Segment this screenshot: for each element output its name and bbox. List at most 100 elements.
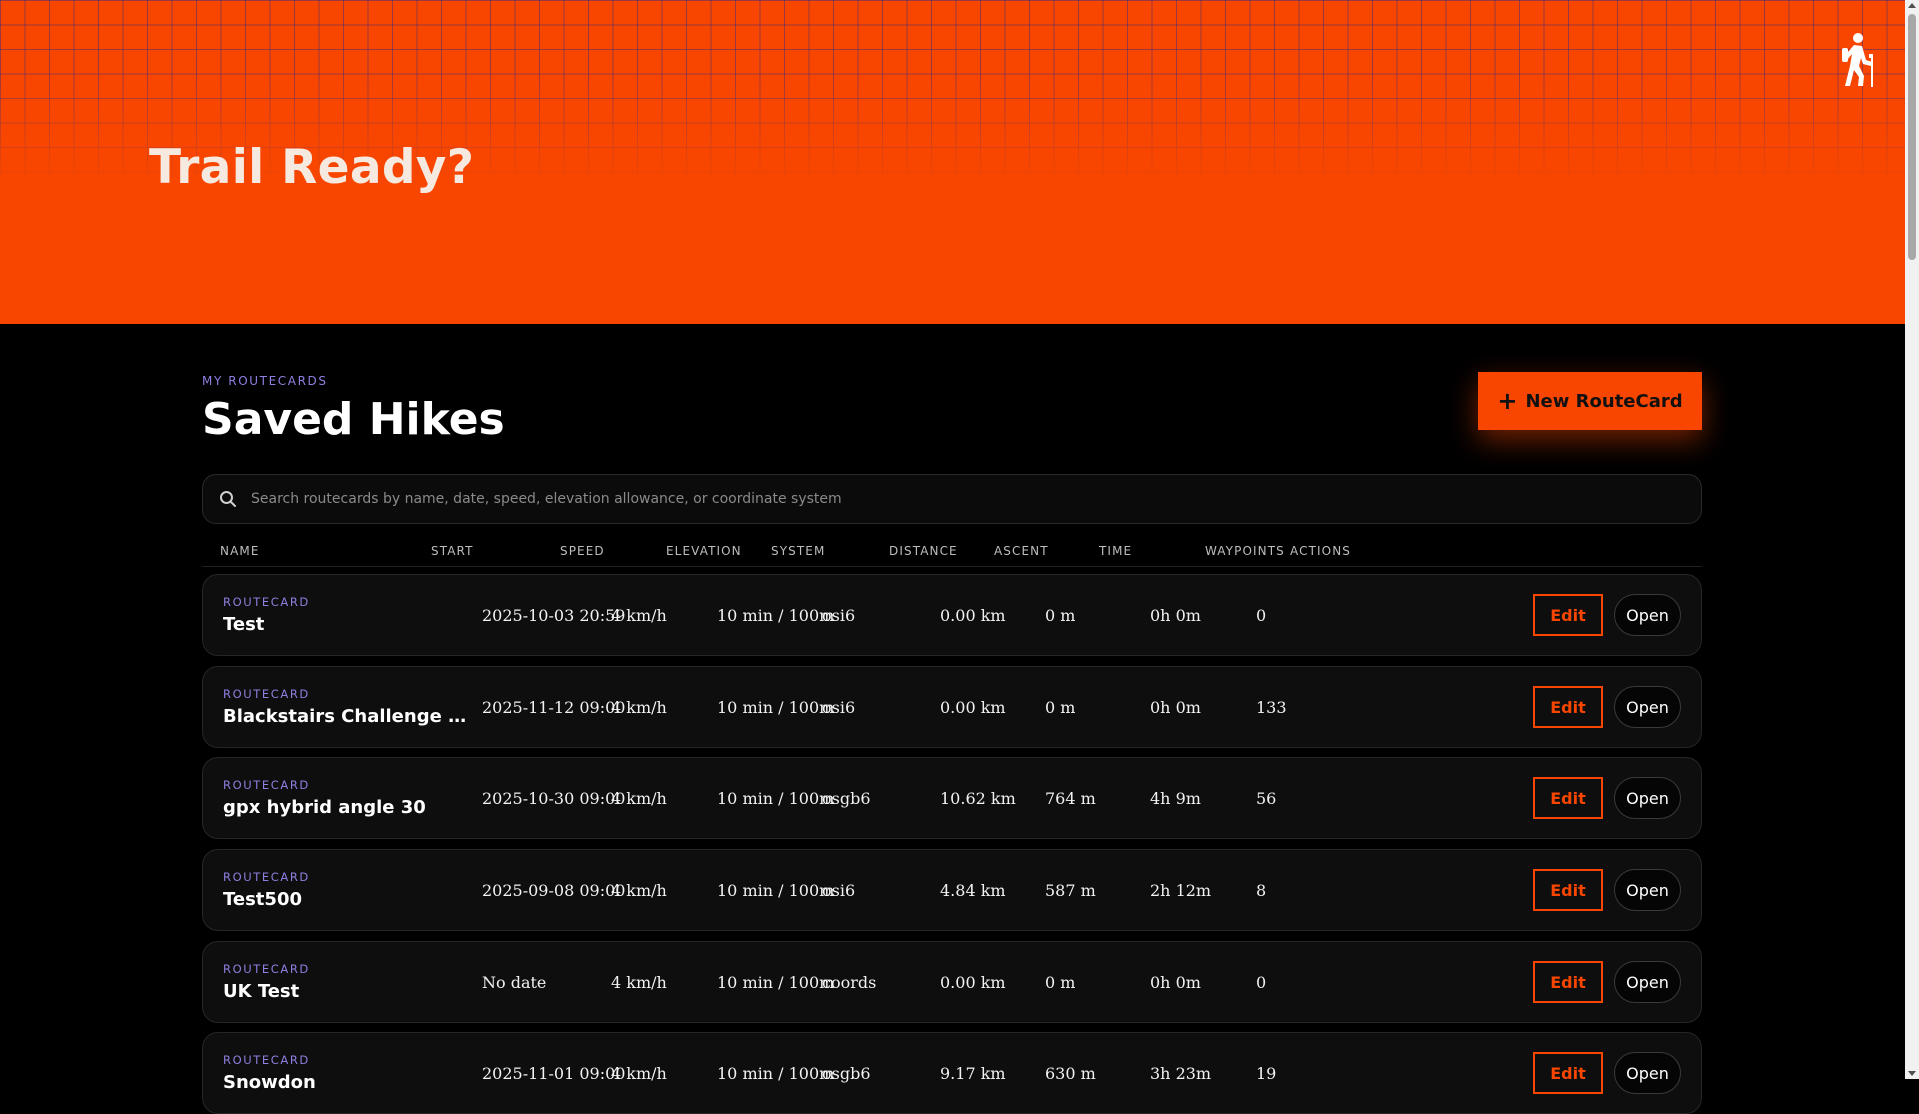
routecard-label: ROUTECARD [223, 778, 310, 792]
routecard-row[interactable]: ROUTECARD UK Test No date 4 km/h 10 min … [202, 941, 1702, 1023]
open-button[interactable]: Open [1614, 1052, 1681, 1094]
routecard-elevation: 10 min / 100m [717, 973, 835, 992]
scroll-up-icon[interactable] [1908, 3, 1916, 8]
column-header-time: TIME [1099, 544, 1133, 558]
routecard-speed: 4 km/h [611, 698, 667, 717]
plus-icon: + [1497, 387, 1518, 415]
routecard-system: coords [822, 973, 877, 992]
routecard-row[interactable]: ROUTECARD Test 2025-10-03 20:59 4 km/h 1… [202, 574, 1702, 656]
routecard-system: osgb6 [822, 789, 871, 808]
routecard-elevation: 10 min / 100m [717, 1064, 835, 1083]
scroll-down-icon[interactable] [1908, 1071, 1916, 1076]
routecard-time: 4h 9m [1150, 789, 1201, 808]
edit-button[interactable]: Edit [1533, 777, 1603, 819]
routecard-waypoints: 133 [1256, 698, 1287, 717]
routecard-speed: 4 km/h [611, 973, 667, 992]
open-button[interactable]: Open [1614, 686, 1681, 728]
edit-button[interactable]: Edit [1533, 961, 1603, 1003]
routecard-waypoints: 0 [1256, 973, 1267, 992]
open-button[interactable]: Open [1614, 869, 1681, 911]
routecard-row[interactable]: ROUTECARD Test500 2025-09-08 09:00 4 km/… [202, 849, 1702, 931]
column-header-speed: SPEED [560, 544, 605, 558]
routecard-ascent: 0 m [1045, 698, 1076, 717]
routecard-label: ROUTECARD [223, 595, 310, 609]
edit-button[interactable]: Edit [1533, 1052, 1603, 1094]
routecard-distance: 10.62 km [940, 789, 1016, 808]
routecard-start: 2025-10-30 09:00 [482, 789, 626, 808]
routecard-name: gpx hybrid angle 30 [223, 797, 426, 818]
routecard-ascent: 630 m [1045, 1064, 1096, 1083]
routecard-name: Snowdon [223, 1072, 316, 1093]
open-button[interactable]: Open [1614, 961, 1681, 1003]
routecard-name: Test500 [223, 889, 302, 910]
routecard-row[interactable]: ROUTECARD Blackstairs Challenge 2025 202… [202, 666, 1702, 748]
routecard-waypoints: 8 [1256, 881, 1267, 900]
routecard-name: Test [223, 614, 265, 635]
routecard-label: ROUTECARD [223, 962, 310, 976]
edit-button[interactable]: Edit [1533, 686, 1603, 728]
routecard-system: osi6 [822, 606, 856, 625]
routecard-distance: 0.00 km [940, 698, 1006, 717]
column-header-elevation: ELEVATION [666, 544, 742, 558]
routecard-row[interactable]: ROUTECARD gpx hybrid angle 30 2025-10-30… [202, 757, 1702, 839]
routecard-speed: 4 km/h [611, 1064, 667, 1083]
routecard-waypoints: 0 [1256, 606, 1267, 625]
column-header-waypoints: WAYPOINTS [1205, 544, 1285, 558]
column-header-distance: DISTANCE [889, 544, 958, 558]
routecard-ascent: 0 m [1045, 973, 1076, 992]
routecard-time: 0h 0m [1150, 606, 1201, 625]
column-header-name: NAME [220, 544, 260, 558]
routecard-label: ROUTECARD [223, 870, 310, 884]
routecard-speed: 4 km/h [611, 606, 667, 625]
routecard-waypoints: 19 [1256, 1064, 1277, 1083]
routecard-time: 2h 12m [1150, 881, 1212, 900]
routecard-waypoints: 56 [1256, 789, 1277, 808]
routecard-time: 0h 0m [1150, 973, 1201, 992]
open-button[interactable]: Open [1614, 777, 1681, 819]
routecard-start: No date [482, 973, 547, 992]
hero-title: Trail Ready? [149, 140, 475, 195]
column-header-ascent: ASCENT [994, 544, 1049, 558]
open-button[interactable]: Open [1614, 594, 1681, 636]
section-eyebrow: MY ROUTECARDS [202, 374, 328, 388]
routecard-elevation: 10 min / 100m [717, 789, 835, 808]
new-routecard-button[interactable]: + New RouteCard [1478, 372, 1702, 430]
routecard-distance: 0.00 km [940, 606, 1006, 625]
column-header-start: START [431, 544, 474, 558]
column-header-system: SYSTEM [771, 544, 826, 558]
page-scrollbar[interactable] [1905, 0, 1919, 1079]
search-input[interactable] [249, 490, 1685, 508]
routecard-row[interactable]: ROUTECARD Snowdon 2025-11-01 09:00 4 km/… [202, 1032, 1702, 1114]
routecard-system: osi6 [822, 881, 856, 900]
routecard-elevation: 10 min / 100m [717, 606, 835, 625]
routecard-time: 3h 23m [1150, 1064, 1212, 1083]
routecard-time: 0h 0m [1150, 698, 1201, 717]
routecard-distance: 9.17 km [940, 1064, 1006, 1083]
search-icon [220, 491, 236, 507]
routecard-system: osi6 [822, 698, 856, 717]
table-header: NAME START SPEED ELEVATION SYSTEM DISTAN… [202, 538, 1702, 567]
page-title: Saved Hikes [202, 394, 505, 445]
routecard-label: ROUTECARD [223, 687, 310, 701]
routecard-ascent: 587 m [1045, 881, 1096, 900]
hiker-icon[interactable] [1836, 32, 1876, 88]
scroll-thumb[interactable] [1908, 14, 1916, 260]
routecard-start: 2025-11-01 09:00 [482, 1064, 626, 1083]
routecard-ascent: 0 m [1045, 606, 1076, 625]
routecard-start: 2025-10-03 20:59 [482, 606, 626, 625]
routecard-ascent: 764 m [1045, 789, 1096, 808]
column-header-actions: ACTIONS [1290, 544, 1351, 558]
routecard-distance: 4.84 km [940, 881, 1006, 900]
search-bar[interactable] [202, 474, 1702, 524]
routecard-name: UK Test [223, 981, 300, 1002]
edit-button[interactable]: Edit [1533, 594, 1603, 636]
routecard-elevation: 10 min / 100m [717, 881, 835, 900]
hero-banner: Trail Ready? [0, 0, 1905, 324]
routecard-distance: 0.00 km [940, 973, 1006, 992]
routecard-speed: 4 km/h [611, 881, 667, 900]
edit-button[interactable]: Edit [1533, 869, 1603, 911]
routecard-start: 2025-09-08 09:00 [482, 881, 626, 900]
routecard-speed: 4 km/h [611, 789, 667, 808]
routecard-label: ROUTECARD [223, 1053, 310, 1067]
routecard-name: Blackstairs Challenge 2025 [223, 706, 468, 727]
